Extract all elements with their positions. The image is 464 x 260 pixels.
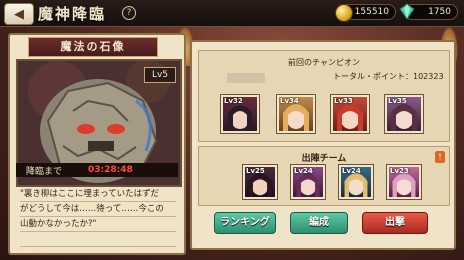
back-button[interactable]: ◀ [4, 3, 34, 25]
team-member-portrait[interactable]: Lv23 [387, 165, 421, 199]
champion-total-power: トータル・ポイント：102323 [333, 72, 444, 81]
battle-panel: 前回のチャンピオン トータル・ポイント：102323 Lv32 Lv34 Lv3… [190, 40, 456, 250]
gem-icon [399, 3, 415, 20]
quote-line [20, 232, 176, 247]
quote-line: 山動かなかったか?" [20, 217, 176, 232]
portrait-level: Lv32 [224, 97, 243, 105]
team-member-portrait[interactable]: Lv25 [243, 165, 277, 199]
portrait-level: Lv24 [294, 167, 313, 175]
info-icon[interactable]: ! [435, 151, 445, 163]
quote-line: "裏き柳はここに埋まっていたはずだ [20, 187, 176, 202]
team-member-portrait[interactable]: Lv24 [339, 165, 373, 199]
help-icon[interactable]: ? [122, 6, 136, 20]
boss-panel: 魔法の石像 Lv5 降臨まで 03:28:48 "裏き柳はここに埋まっていたはず… [8, 33, 186, 255]
portrait-level: Lv33 [334, 97, 353, 105]
descent-label: 降臨まで [26, 166, 63, 177]
quote-line: がどうして今は……待って……今この [20, 202, 176, 217]
page-title: 魔神降臨 [38, 5, 107, 23]
boss-name-banner: 魔法の石像 [28, 37, 158, 57]
descent-countdown: 降臨まで 03:28:48 [16, 163, 178, 177]
champion-portrait[interactable]: Lv33 [331, 95, 369, 133]
top-bar: ◀ 魔神降臨 ? 155510 1750 [0, 0, 464, 27]
previous-champion-box: 前回のチャンピオン トータル・ポイント：102323 Lv32 Lv34 Lv3… [198, 50, 450, 142]
boss-level-badge: Lv5 [144, 67, 176, 83]
champion-portrait[interactable]: Lv32 [221, 95, 259, 133]
portrait-level: Lv34 [280, 97, 299, 105]
champion-header: 前回のチャンピオン [288, 58, 360, 67]
formation-button[interactable]: 編成 [290, 212, 348, 234]
champion-portrait[interactable]: Lv34 [277, 95, 315, 133]
portrait-level: Lv35 [388, 97, 407, 105]
coin-amount: 155510 [354, 7, 389, 17]
portrait-level: Lv23 [390, 167, 409, 175]
coin-counter: 155510 [335, 4, 396, 22]
team-header: 出陣チーム [301, 154, 347, 164]
sortie-button[interactable]: 出撃 [362, 212, 428, 234]
ranking-button[interactable]: ランキング [214, 212, 276, 234]
boss-quote: "裏き柳はここに埋まっていたはずだ がどうして今は……待って……今この 山動かな… [20, 187, 176, 247]
coin-icon [335, 4, 353, 22]
champion-portrait[interactable]: Lv35 [385, 95, 423, 133]
sortie-team-box: 出陣チーム ! Lv25 Lv24 Lv24 Lv23 [198, 146, 450, 206]
gem-amount: 1750 [428, 7, 451, 17]
team-member-portrait[interactable]: Lv24 [291, 165, 325, 199]
portrait-level: Lv24 [342, 167, 361, 175]
champion-name-blurred [227, 73, 265, 83]
gem-counter: 1750 [399, 3, 458, 20]
back-arrow-icon: ◀ [14, 6, 24, 22]
descent-timer: 03:28:48 [88, 165, 133, 175]
portrait-level: Lv25 [246, 167, 265, 175]
